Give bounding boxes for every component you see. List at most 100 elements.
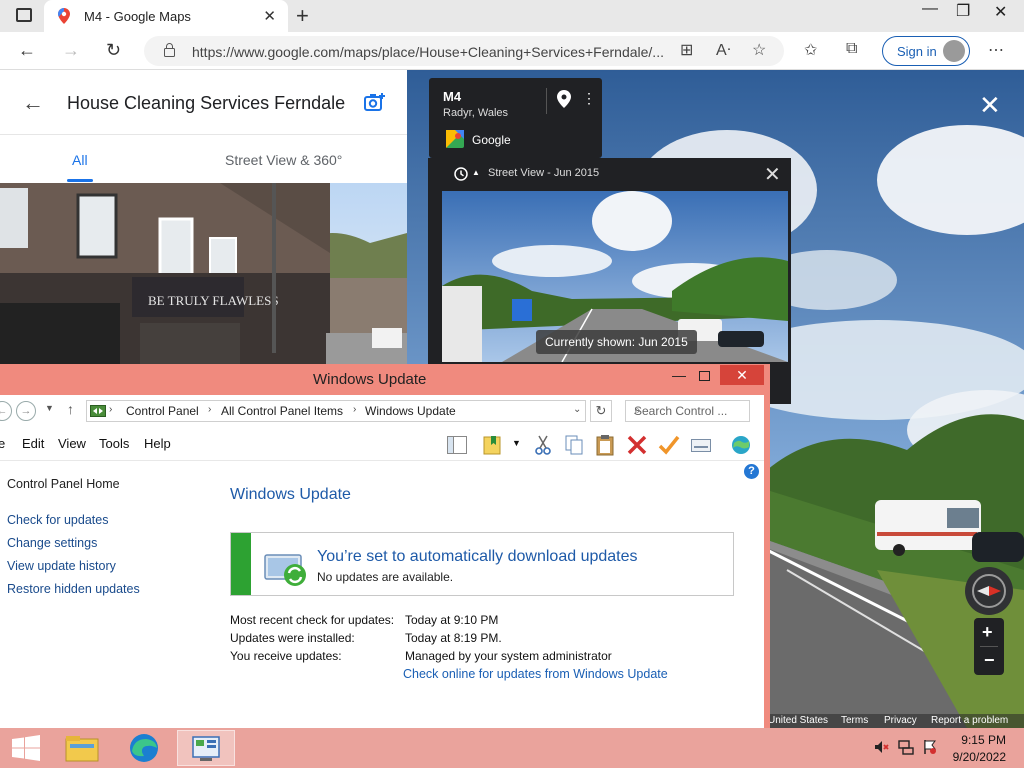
footer-link-privacy[interactable]: Privacy xyxy=(884,715,917,726)
taskbar-control-panel[interactable] xyxy=(177,730,235,766)
reload-icon[interactable]: ↻ xyxy=(106,40,121,61)
check-online-link[interactable]: Check online for updates from Windows Up… xyxy=(403,667,668,681)
address-url: https://www.google.com/maps/place/House+… xyxy=(192,44,664,60)
compass-button[interactable] xyxy=(965,567,1013,615)
footer-link-terms[interactable]: Terms xyxy=(841,715,868,726)
breadcrumb-windows-update[interactable]: Windows Update xyxy=(365,404,456,418)
tab-street-view[interactable]: Street View & 360° xyxy=(225,152,342,168)
close-history-icon[interactable]: ✕ xyxy=(764,162,781,187)
close-street-view-icon[interactable]: ✕ xyxy=(979,90,1001,121)
window-title: Windows Update xyxy=(313,371,427,388)
place-title: House Cleaning Services Ferndale xyxy=(67,93,346,113)
status-title: You’re set to automatically download upd… xyxy=(317,548,638,565)
breadcrumb-all-items[interactable]: All Control Panel Items xyxy=(221,404,343,418)
page-heading: Windows Update xyxy=(230,486,351,503)
control-panel-icon xyxy=(90,405,106,417)
explorer-breadcrumb[interactable]: › Control Panel › All Control Panel Item… xyxy=(86,400,586,422)
change-settings-link[interactable]: Change settings xyxy=(7,536,97,550)
more-menu-icon[interactable]: ⋯ xyxy=(988,40,1004,60)
browser-toolbar: ← → ↻ https://www.google.com/maps/place/… xyxy=(0,32,1024,70)
clock-time[interactable]: 9:15 PM xyxy=(950,733,1006,747)
breadcrumb-control-panel[interactable]: Control Panel xyxy=(126,404,199,418)
app-available-icon[interactable]: ⊞ xyxy=(680,40,693,60)
network-icon[interactable] xyxy=(898,739,914,755)
explorer-back-icon[interactable]: ← xyxy=(0,401,12,421)
forward-icon[interactable]: → xyxy=(62,40,80,61)
menu-tools[interactable]: Tools xyxy=(99,436,129,451)
copy-icon[interactable] xyxy=(563,434,585,456)
restore-icon[interactable]: ❐ xyxy=(956,1,970,21)
menu-help[interactable]: Help xyxy=(144,436,171,451)
add-photo-icon[interactable] xyxy=(364,92,386,112)
panel-back-icon[interactable]: ← xyxy=(22,90,44,116)
breadcrumb-sep-icon: › xyxy=(208,404,212,415)
taskbar-edge[interactable] xyxy=(118,730,170,766)
explorer-forward-icon[interactable]: → xyxy=(16,401,36,421)
footer-link-country[interactable]: United States xyxy=(768,715,828,726)
edge-icon xyxy=(130,734,158,762)
checkmark-icon[interactable] xyxy=(658,434,680,456)
sign-in-button[interactable]: Sign in xyxy=(882,36,970,66)
minimize-icon[interactable]: — xyxy=(922,0,938,18)
refresh-icon[interactable]: ↻ xyxy=(590,400,612,422)
properties-icon[interactable] xyxy=(690,434,712,456)
avatar xyxy=(943,40,965,62)
location-pin-icon[interactable] xyxy=(557,90,571,108)
history-clock-icon[interactable] xyxy=(454,167,468,181)
restore-hidden-updates-link[interactable]: Restore hidden updates xyxy=(7,582,140,596)
add-favorite-icon[interactable]: ☆ xyxy=(752,40,766,60)
folder-options-icon[interactable] xyxy=(482,434,504,456)
clock-date[interactable]: 9/20/2022 xyxy=(942,750,1006,764)
globe-icon[interactable] xyxy=(730,434,752,456)
control-panel-taskbar-icon xyxy=(192,736,220,761)
window-maximize-icon[interactable] xyxy=(699,371,710,381)
action-center-flag-icon[interactable] xyxy=(922,739,938,755)
window-minimize-icon[interactable]: — xyxy=(672,367,686,383)
layout-pane-icon[interactable] xyxy=(446,434,468,456)
detail-label: Updates were installed: xyxy=(230,631,355,645)
tab-all[interactable]: All xyxy=(72,152,88,168)
menu-edit[interactable]: Edit xyxy=(22,436,44,451)
control-panel-home-link[interactable]: Control Panel Home xyxy=(7,477,120,491)
menu-file[interactable]: e xyxy=(0,436,5,451)
breadcrumb-sep-icon: › xyxy=(109,404,113,415)
cut-icon[interactable] xyxy=(532,434,554,456)
help-icon[interactable]: ? xyxy=(744,464,759,479)
speaker-muted-icon[interactable] xyxy=(873,739,889,755)
tab-actions-icon[interactable] xyxy=(16,8,32,22)
paste-icon[interactable] xyxy=(594,434,616,456)
start-button[interactable] xyxy=(0,730,52,766)
up-folder-icon[interactable]: ↑ xyxy=(67,401,74,417)
windows-update-status-icon xyxy=(264,554,306,586)
place-photo[interactable]: BE TRULY FLAWLESS xyxy=(0,183,407,370)
windows-update-window: Windows Update — ✕ ← → ▼ ↑ › Control Pan… xyxy=(0,364,770,728)
card-divider xyxy=(546,88,547,114)
taskbar-file-explorer[interactable] xyxy=(56,730,108,766)
back-icon[interactable]: ← xyxy=(18,40,36,61)
views-dropdown-icon[interactable]: ▼ xyxy=(512,438,521,448)
detail-value: Today at 9:10 PM xyxy=(405,613,499,627)
tab-close-icon[interactable]: ✕ xyxy=(263,7,276,25)
menu-view[interactable]: View xyxy=(58,436,86,451)
tab-google-maps[interactable]: M4 - Google Maps ✕ xyxy=(44,0,288,32)
control-panel-search[interactable]: Search Control ... ⌕ xyxy=(625,400,750,422)
new-tab-icon[interactable]: + xyxy=(296,3,309,29)
view-update-history-link[interactable]: View update history xyxy=(7,559,116,573)
breadcrumb-dropdown-icon[interactable]: ⌄ xyxy=(573,404,581,415)
close-window-icon[interactable]: ✕ xyxy=(994,2,1007,22)
delete-icon[interactable] xyxy=(626,434,648,456)
read-aloud-icon[interactable]: Aᐧ xyxy=(716,40,731,60)
history-caret-icon[interactable]: ▲ xyxy=(472,168,480,177)
zoom-out-icon[interactable]: − xyxy=(984,650,995,671)
zoom-in-icon[interactable]: + xyxy=(982,622,993,643)
sign-in-label: Sign in xyxy=(897,44,937,59)
window-close-icon[interactable]: ✕ xyxy=(720,365,764,385)
shop-sign-text: BE TRULY FLAWLESS xyxy=(148,293,279,308)
more-options-icon[interactable]: ⋮ xyxy=(582,90,596,107)
check-for-updates-link[interactable]: Check for updates xyxy=(7,513,108,527)
footer-link-report[interactable]: Report a problem xyxy=(931,715,1008,726)
active-tab-indicator xyxy=(67,179,93,182)
favorites-icon[interactable]: ✩ xyxy=(804,40,817,60)
recent-locations-icon[interactable]: ▼ xyxy=(45,403,54,413)
collections-icon[interactable]: ⧉ xyxy=(846,40,857,58)
